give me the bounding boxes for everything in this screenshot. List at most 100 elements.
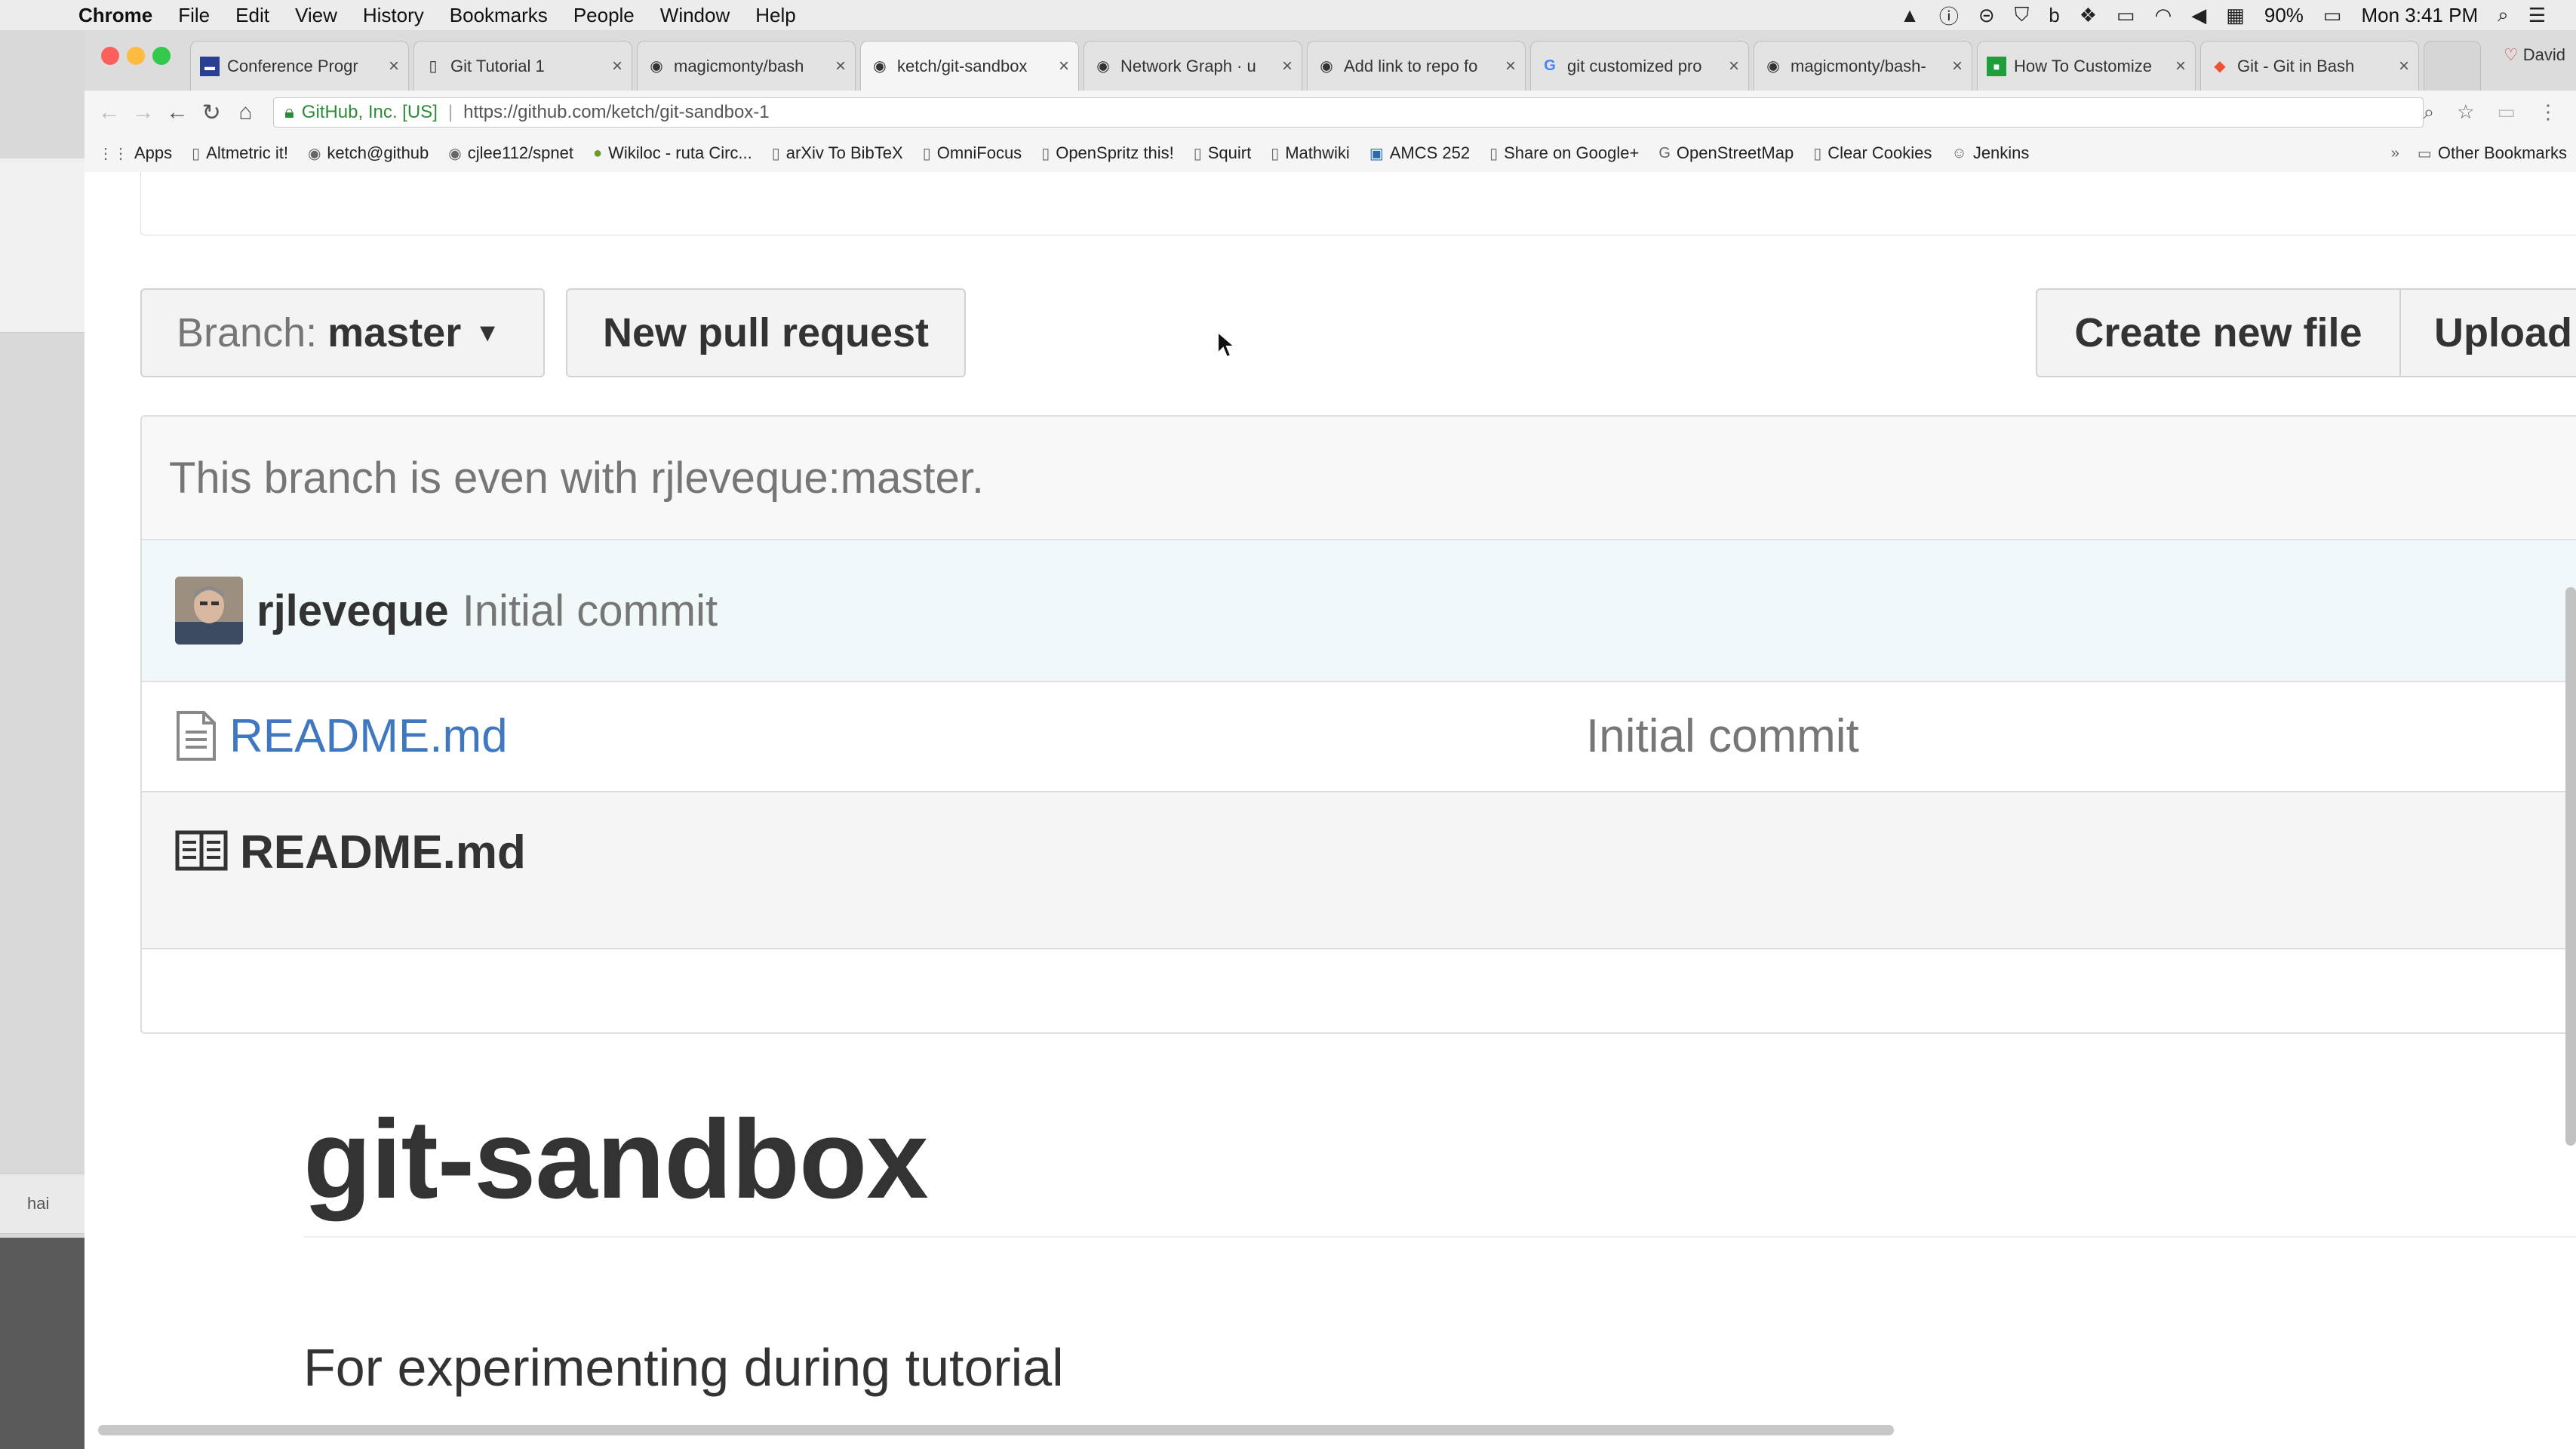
- create-new-file-button[interactable]: Create new file: [2036, 288, 2401, 377]
- display-icon[interactable]: ▭: [2116, 4, 2135, 27]
- bookmark-label: OpenStreetMap: [1676, 143, 1794, 162]
- menu-view[interactable]: View: [295, 4, 337, 27]
- bookmark-ketch-github[interactable]: ◉ ketch@github: [308, 143, 429, 163]
- tab-git-tutorial[interactable]: ▯ Git Tutorial 1 ×: [413, 41, 632, 91]
- close-tab-icon[interactable]: ×: [1505, 56, 1516, 77]
- bookmark-jenkins[interactable]: ☺ Jenkins: [1951, 143, 2029, 163]
- site-identity[interactable]: GitHub, Inc. [US]: [302, 102, 438, 123]
- flag-icon[interactable]: ▦: [2226, 4, 2245, 27]
- close-tab-icon[interactable]: ×: [612, 56, 622, 77]
- extension-icon[interactable]: ▭: [2497, 100, 2516, 125]
- minimize-window-button[interactable]: [127, 47, 145, 65]
- dropbox-icon[interactable]: ❖: [2080, 4, 2097, 27]
- menu-bookmarks[interactable]: Bookmarks: [450, 4, 548, 27]
- new-tab-button[interactable]: [2424, 41, 2481, 91]
- zoom-window-button[interactable]: [152, 47, 171, 65]
- horizontal-scrollbar[interactable]: [98, 1425, 1894, 1435]
- bookmark-apps[interactable]: ⋮⋮ Apps: [98, 143, 172, 163]
- bookmark-star-icon[interactable]: ☆: [2457, 100, 2474, 125]
- close-tab-icon[interactable]: ×: [1729, 56, 1739, 77]
- battery-icon[interactable]: ▭: [2323, 4, 2342, 27]
- bookmark-arxiv-bibtex[interactable]: ▯ arXiv To BibTeX: [772, 143, 903, 163]
- menu-history[interactable]: History: [363, 4, 424, 27]
- tab-strip: ▬ Conference Progr × ▯ Git Tutorial 1 × …: [85, 30, 2576, 91]
- tab-magicmonty-bash[interactable]: ◉ magicmonty/bash ×: [637, 41, 856, 91]
- chrome-menu-icon[interactable]: ⋮: [2538, 100, 2558, 125]
- tab-title: Conference Progr: [227, 56, 358, 75]
- home-button[interactable]: ⌂: [229, 100, 263, 125]
- tab-conference[interactable]: ▬ Conference Progr ×: [190, 41, 409, 91]
- drive-icon[interactable]: ▲: [1900, 4, 1920, 27]
- bookmark-altmetric[interactable]: ▯ Altmetric it!: [192, 143, 288, 163]
- b-icon[interactable]: b: [2049, 4, 2059, 27]
- spotlight-search-icon[interactable]: ⌕: [2498, 3, 2509, 27]
- bookmark-amcs[interactable]: ▣ AMCS 252: [1369, 143, 1470, 163]
- file-icon: [177, 711, 216, 761]
- bookmark-share-google[interactable]: ▯ Share on Google+: [1489, 143, 1639, 163]
- other-bookmarks[interactable]: » ▭ Other Bookmarks: [2391, 143, 2567, 163]
- branch-select-button[interactable]: Branch: master ▼: [140, 288, 545, 377]
- address-bar[interactable]: 🔒︎ GitHub, Inc. [US] | https://github.co…: [273, 97, 2424, 128]
- menu-app-chrome[interactable]: Chrome: [78, 4, 152, 27]
- menu-people[interactable]: People: [573, 4, 635, 27]
- close-window-button[interactable]: [101, 47, 119, 65]
- bookmark-wikiloc[interactable]: ● Wikiloc - ruta Circ...: [593, 143, 752, 163]
- bookmark-label: AMCS 252: [1389, 143, 1471, 162]
- menu-help[interactable]: Help: [755, 4, 795, 27]
- page-icon: ▯: [1813, 145, 1822, 162]
- tab-add-link[interactable]: ◉ Add link to repo fo ×: [1307, 41, 1526, 91]
- menubar-clock[interactable]: Mon 3:41 PM: [2361, 4, 2478, 27]
- bookmarks-bar: ⋮⋮ Apps ▯ Altmetric it! ◉ ketch@github ◉ cjl…: [85, 134, 2576, 173]
- bookmark-openstreetmap[interactable]: G OpenStreetMap: [1658, 143, 1794, 163]
- shield-icon[interactable]: ⛉: [2015, 3, 2030, 27]
- new-pull-request-button[interactable]: New pull request: [566, 288, 966, 377]
- tab-git-sandbox[interactable]: ◉ ketch/git-sandbox ×: [860, 41, 1079, 91]
- commit-message-link[interactable]: Initial commit: [463, 586, 718, 636]
- bookmark-squirt[interactable]: ▯ Squirt: [1194, 143, 1252, 163]
- close-tab-icon[interactable]: ×: [1282, 56, 1293, 77]
- tab-how-to-customize[interactable]: ■ How To Customize ×: [1977, 41, 2196, 91]
- tab-network-graph[interactable]: ◉ Network Graph · u ×: [1084, 41, 1302, 91]
- volume-icon[interactable]: ◀: [2191, 4, 2206, 27]
- battery-percent[interactable]: 90%: [2264, 4, 2304, 27]
- close-tab-icon[interactable]: ×: [2399, 56, 2409, 77]
- sync-icon[interactable]: ⊝: [1978, 4, 1995, 27]
- url-text[interactable]: https://github.com/ketch/git-sandbox-1: [463, 102, 770, 123]
- branch-label: Branch:: [177, 310, 318, 355]
- menu-file[interactable]: File: [178, 4, 210, 27]
- desktop-background: [0, 1238, 85, 1449]
- bookmark-spnet[interactable]: ◉ cjlee112/spnet: [448, 143, 573, 163]
- tab-git-customized[interactable]: G git customized pro ×: [1530, 41, 1749, 91]
- avatar[interactable]: [175, 577, 243, 645]
- vertical-scrollbar[interactable]: [2565, 587, 2576, 1146]
- close-tab-icon[interactable]: ×: [389, 56, 399, 77]
- close-tab-icon[interactable]: ×: [1952, 56, 1963, 77]
- menu-edit[interactable]: Edit: [235, 4, 269, 27]
- bookmark-clear-cookies[interactable]: ▯ Clear Cookies: [1813, 143, 1932, 163]
- bookmark-openspritz[interactable]: ▯ OpenSpritz this!: [1041, 143, 1174, 163]
- wifi-icon[interactable]: ◠: [2155, 4, 2172, 27]
- page-icon: ▯: [1489, 145, 1499, 162]
- menu-window[interactable]: Window: [660, 4, 730, 27]
- close-tab-icon[interactable]: ×: [1059, 56, 1069, 77]
- close-tab-icon[interactable]: ×: [2175, 56, 2186, 77]
- back-button[interactable]: ←: [160, 100, 194, 125]
- commit-author-link[interactable]: rjleveque: [257, 586, 449, 636]
- mouse-cursor-icon: [1217, 331, 1237, 358]
- background-window-thumbnail[interactable]: hai: [0, 1174, 85, 1234]
- file-commit-message-link[interactable]: Initial commit: [1586, 709, 1859, 763]
- bookmark-label: Wikiloc - ruta Circ...: [608, 143, 752, 162]
- bookmark-omnifocus[interactable]: ▯ OmniFocus: [923, 143, 1022, 163]
- close-tab-icon[interactable]: ×: [835, 56, 846, 77]
- upload-files-button[interactable]: Upload: [2399, 288, 2576, 377]
- tab-git-in-bash[interactable]: ◆ Git - Git in Bash ×: [2200, 41, 2419, 91]
- info-icon[interactable]: ⓘ: [1939, 2, 1959, 29]
- zoom-icon[interactable]: ⌕: [2424, 100, 2435, 125]
- file-name-link[interactable]: README.md: [229, 709, 508, 763]
- bookmark-mathwiki[interactable]: ▯ Mathwiki: [1271, 143, 1350, 163]
- reload-button[interactable]: ↻: [195, 100, 229, 126]
- notification-center-icon[interactable]: ☰: [2528, 4, 2546, 27]
- tab-magicmonty-bash-2[interactable]: ◉ magicmonty/bash- ×: [1754, 41, 1972, 91]
- chevron-double-right-icon[interactable]: »: [2391, 145, 2399, 162]
- profile-button[interactable]: ♡ David: [2504, 45, 2565, 65]
